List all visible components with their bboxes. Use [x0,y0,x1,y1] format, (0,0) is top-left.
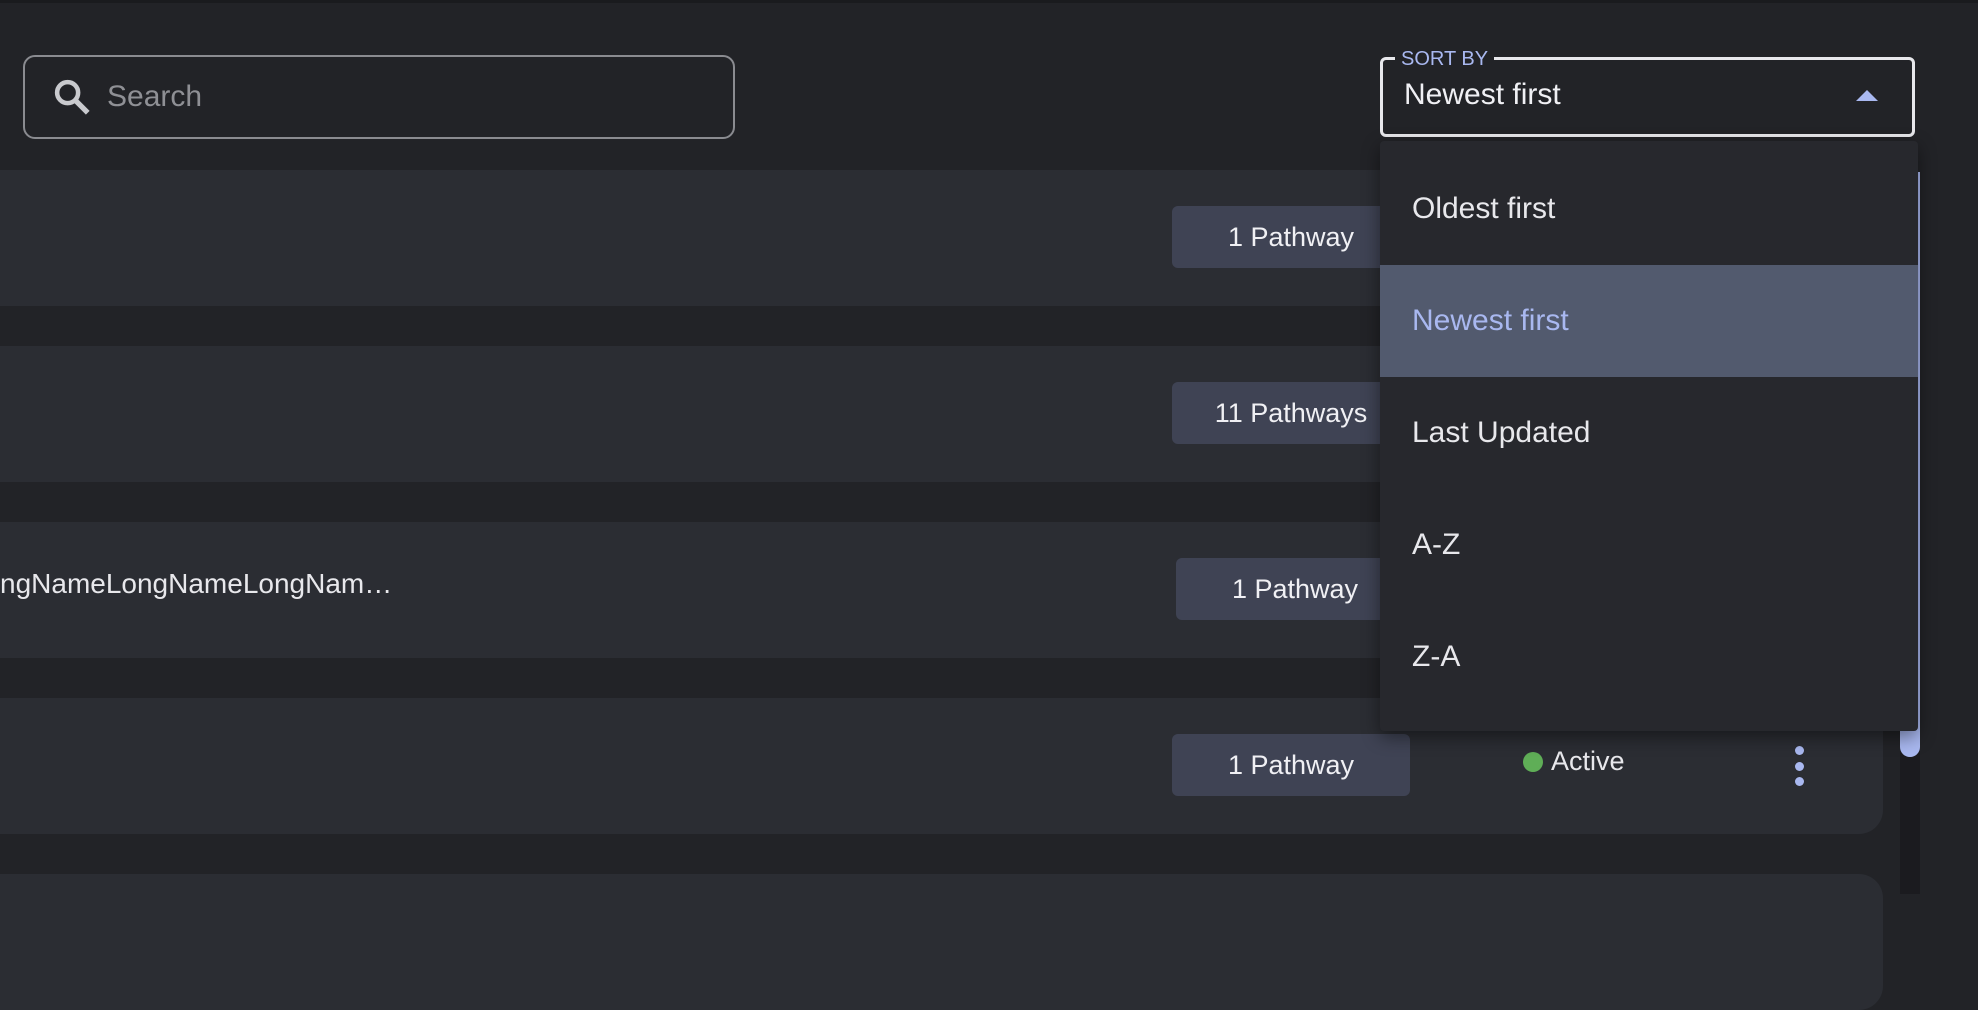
pathway-count-badge: 11 Pathways [1172,382,1410,444]
search-input[interactable] [105,79,709,115]
sort-by-select[interactable]: SORT BY Newest first [1380,48,1915,137]
sort-by-label: SORT BY [1395,48,1495,71]
pathway-count-badge: 1 Pathway [1176,558,1414,620]
status-label: Active [1551,746,1625,776]
option-a-z[interactable]: A-Z [1380,489,1918,601]
status-badge: Active [1523,746,1625,777]
option-last-updated[interactable]: Last Updated [1380,377,1918,489]
option-oldest-first[interactable]: Oldest first [1380,153,1918,265]
search-icon [54,79,90,115]
status-dot-icon [1523,751,1543,772]
item-name: ngNameLongNameLongNam… [0,568,393,599]
top-border [0,0,1978,3]
option-z-a[interactable]: Z-A [1380,601,1918,713]
caret-up-icon [1856,90,1878,101]
search-field[interactable] [23,55,735,139]
pathway-count-badge: 1 Pathway [1172,206,1410,268]
sort-options-menu: Oldest first Newest first Last Updated A… [1380,141,1918,731]
pathway-count-badge: 1 Pathway [1172,734,1410,796]
more-options-icon[interactable] [1791,746,1807,786]
list-item[interactable] [0,874,1883,1010]
sort-by-value: Newest first [1404,78,1561,111]
option-newest-first[interactable]: Newest first [1380,265,1918,377]
